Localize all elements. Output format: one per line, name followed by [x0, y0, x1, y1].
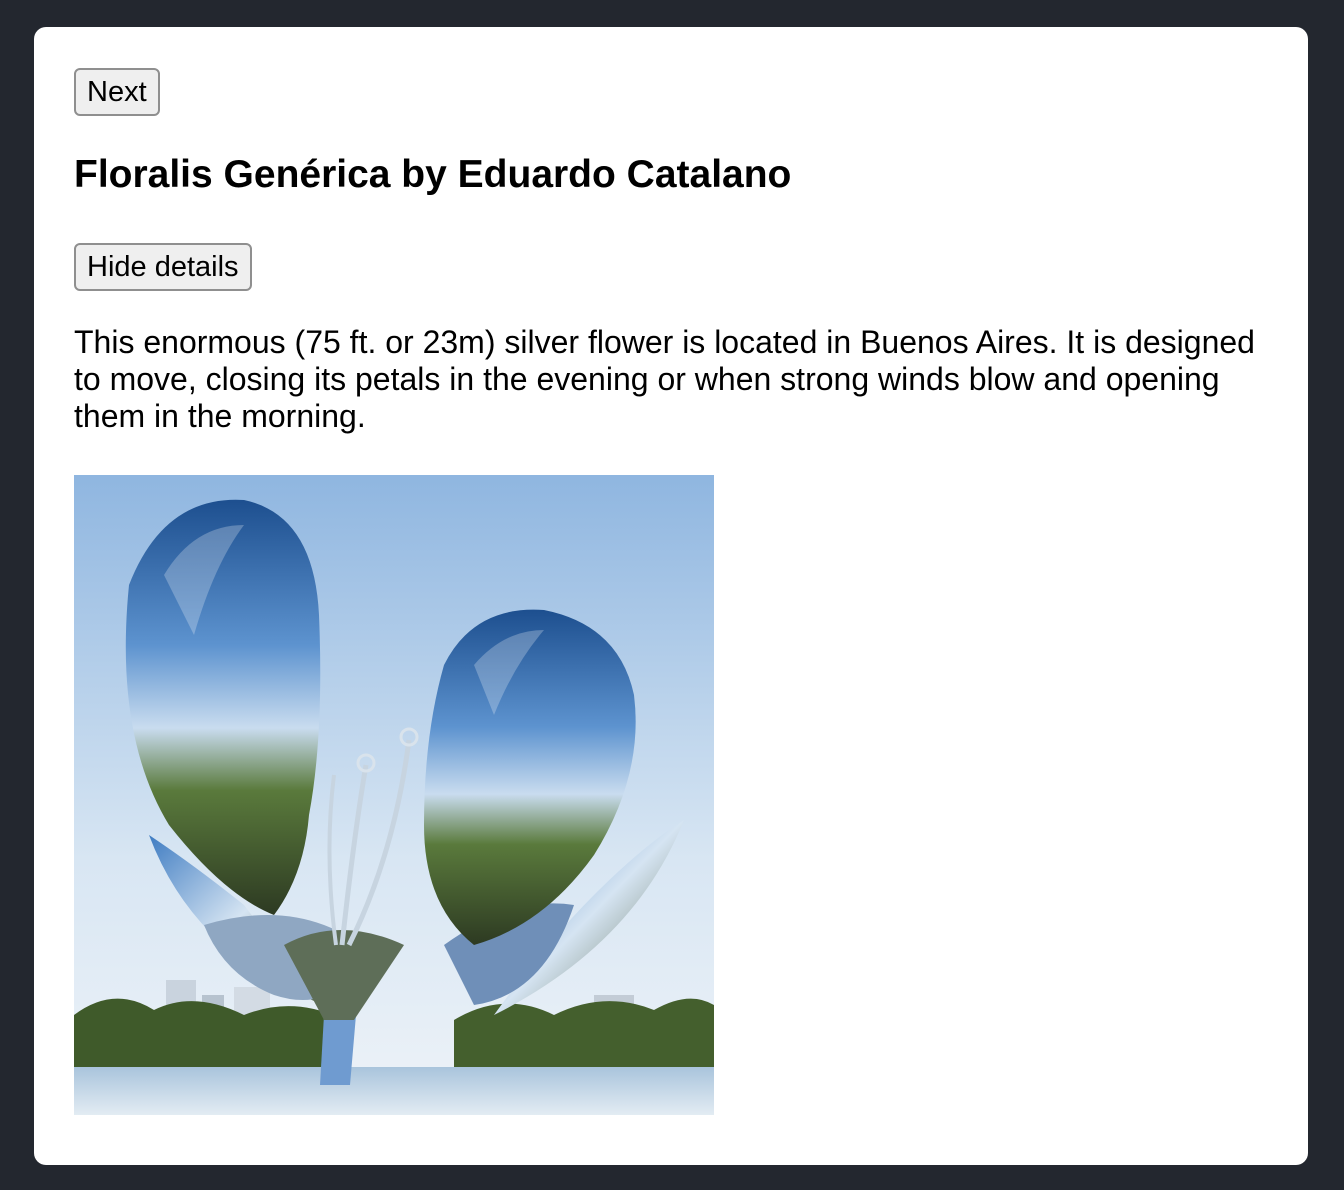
sculpture-photo — [74, 475, 714, 1115]
sculpture-title: Floralis Genérica by Eduardo Catalano — [74, 153, 792, 196]
sculpture-description: This enormous (75 ft. or 23m) silver flo… — [74, 324, 1255, 434]
hide-details-button[interactable]: Hide details — [74, 243, 252, 291]
gallery-card: Next Floralis Genérica by Eduardo Catala… — [34, 27, 1308, 1165]
next-button[interactable]: Next — [74, 68, 160, 116]
